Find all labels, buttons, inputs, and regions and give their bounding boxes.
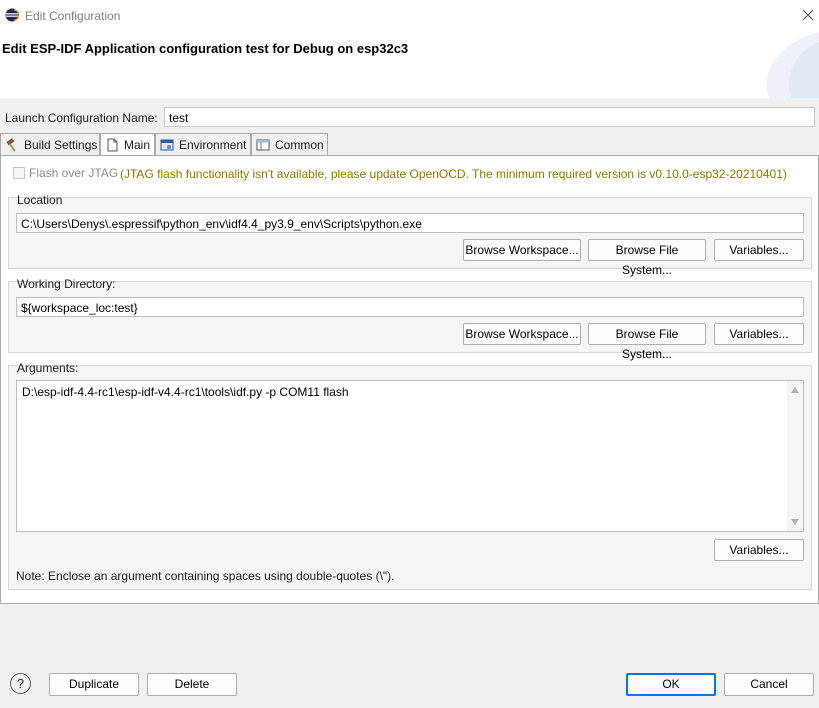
hammer-icon bbox=[6, 137, 16, 152]
arguments-scrollbar[interactable] bbox=[787, 381, 803, 531]
dialog-header: Edit ESP-IDF Application configuration t… bbox=[0, 32, 819, 98]
arguments-note: Note: Enclose an argument containing spa… bbox=[16, 569, 395, 583]
title-bar: Edit Configuration bbox=[0, 0, 819, 32]
arguments-textarea[interactable]: D:\esp-idf-4.4-rc1\esp-idf-v4.4-rc1\tool… bbox=[16, 380, 804, 532]
location-label: Location bbox=[17, 193, 63, 207]
launch-config-name-input[interactable]: test bbox=[164, 107, 815, 127]
environment-icon bbox=[160, 139, 174, 150]
workdir-variables-button[interactable]: Variables... bbox=[714, 323, 804, 345]
flash-over-jtag-label: Flash over JTAG bbox=[29, 166, 119, 180]
scroll-up-arrow-icon[interactable] bbox=[791, 387, 799, 393]
tab-label: Main bbox=[124, 138, 151, 152]
arguments-label: Arguments: bbox=[17, 361, 79, 375]
tab-common[interactable]: Common bbox=[251, 133, 328, 155]
tab-build-settings[interactable]: Build Settings bbox=[0, 133, 100, 155]
tab-label: Environment bbox=[179, 137, 247, 152]
window-title: Edit Configuration bbox=[25, 9, 121, 23]
ok-button[interactable]: OK bbox=[626, 673, 716, 696]
arguments-text: D:\esp-idf-4.4-rc1\esp-idf-v4.4-rc1\tool… bbox=[22, 385, 349, 399]
tab-strip: Build Settings Main Environment Common bbox=[0, 133, 819, 156]
table-icon bbox=[256, 139, 270, 150]
workdir-browse-filesystem-button[interactable]: Browse File System... bbox=[588, 323, 706, 361]
launch-config-name-label: Launch Configuration Name: bbox=[5, 111, 158, 125]
openocd-warning-text: (JTAG flash functionality isn't availabl… bbox=[120, 167, 787, 181]
location-browse-workspace-button[interactable]: Browse Workspace... bbox=[463, 239, 581, 261]
cancel-button[interactable]: Cancel bbox=[724, 673, 814, 696]
flash-over-jtag-checkbox-row[interactable]: Flash over JTAG bbox=[13, 166, 118, 180]
page-icon bbox=[107, 138, 118, 152]
duplicate-button[interactable]: Duplicate bbox=[49, 673, 139, 696]
help-icon[interactable]: ? bbox=[10, 673, 31, 694]
close-icon[interactable] bbox=[800, 7, 816, 23]
location-variables-button[interactable]: Variables... bbox=[714, 239, 804, 261]
tab-label: Build Settings bbox=[24, 137, 98, 152]
header-banner-graphic bbox=[766, 32, 819, 98]
tab-main[interactable]: Main bbox=[100, 133, 155, 156]
delete-button[interactable]: Delete bbox=[147, 673, 237, 696]
eclipse-icon bbox=[5, 8, 19, 22]
flash-over-jtag-checkbox[interactable] bbox=[13, 167, 25, 179]
working-directory-input[interactable]: ${workspace_loc:test} bbox=[16, 297, 804, 317]
location-input[interactable]: C:\Users\Denys\.espressif\python_env\idf… bbox=[16, 213, 804, 233]
workdir-browse-workspace-button[interactable]: Browse Workspace... bbox=[463, 323, 581, 345]
scroll-down-arrow-icon[interactable] bbox=[791, 519, 799, 525]
location-browse-filesystem-button[interactable]: Browse File System... bbox=[588, 239, 706, 277]
tab-environment[interactable]: Environment bbox=[155, 133, 251, 155]
working-directory-label: Working Directory: bbox=[17, 277, 116, 291]
arguments-variables-button[interactable]: Variables... bbox=[714, 539, 804, 561]
tab-label: Common bbox=[275, 137, 324, 152]
dialog-heading: Edit ESP-IDF Application configuration t… bbox=[2, 41, 409, 56]
